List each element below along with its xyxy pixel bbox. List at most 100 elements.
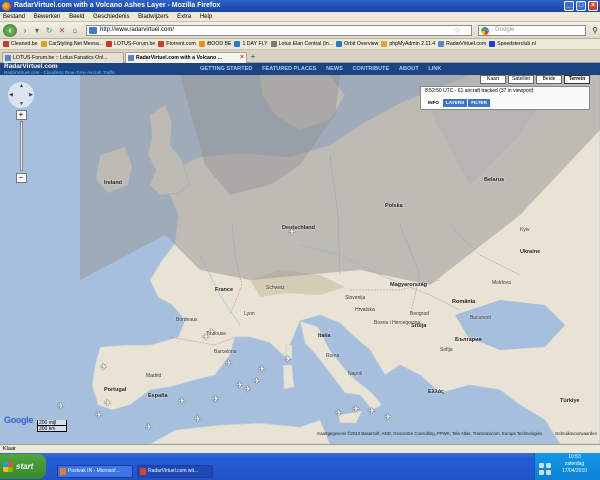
zoom-out-button[interactable]: − xyxy=(15,173,27,183)
map-type-beide[interactable]: Beide xyxy=(536,75,562,84)
bookmark-item[interactable]: 1 DAY FLY xyxy=(234,39,268,49)
bookmark-item[interactable]: RadarVirtuel.com xyxy=(438,39,486,49)
map-type-kaart[interactable]: Kaart xyxy=(480,75,506,84)
label-beograd: Beograd xyxy=(410,311,429,317)
forward-arrow-icon[interactable]: › xyxy=(20,26,30,36)
menu-item-bladwijzers[interactable]: Bladwijzers xyxy=(138,14,168,20)
aircraft-icon[interactable]: ✈ xyxy=(57,402,65,411)
aircraft-icon[interactable]: ✈ xyxy=(104,399,112,408)
pan-left-icon[interactable]: ◀ xyxy=(9,92,13,98)
stop-icon[interactable]: ✕ xyxy=(57,26,67,36)
map-scale: 200 mijl 300 km xyxy=(37,420,67,432)
aircraft-icon[interactable]: ✈ xyxy=(335,409,343,418)
label-france: France xyxy=(215,287,234,293)
aircraft-info-panel: 8:52:50 UTC - 61 aircraft tracked (37 in… xyxy=(420,86,590,110)
zoom-control: ▲ ◀ ▶ ▼ + − xyxy=(8,82,34,183)
sardinia-island xyxy=(282,364,295,390)
dropdown-arrow-icon[interactable]: ▾ xyxy=(32,26,42,36)
reload-icon[interactable]: ↻ xyxy=(44,26,54,36)
bookmark-item[interactable]: phpMyAdmin 2.11.4 xyxy=(381,39,435,49)
nav-about[interactable]: ABOUT xyxy=(399,66,419,72)
map-attribution: Kaartgegevens ©2010 Basarsoft, AND, Geoc… xyxy=(317,431,542,436)
aircraft-icon[interactable]: ✈ xyxy=(288,228,296,237)
back-arrow-icon[interactable]: ‹ xyxy=(3,24,17,37)
status-text: Klaar xyxy=(3,446,16,452)
bookmark-star-icon[interactable]: ☆ xyxy=(454,26,461,35)
pan-right-icon[interactable]: ▶ xyxy=(29,92,33,98)
aircraft-icon[interactable]: ✈ xyxy=(225,359,233,368)
tab-info[interactable]: INFO xyxy=(425,99,442,107)
url-bar[interactable]: http://www.radarvirtuel.com/ ☆ xyxy=(86,25,472,36)
tab-label: LOTUS-Forum.be :: Lotus Fanatics Onl... xyxy=(13,55,108,61)
search-bar[interactable]: Google ⚲ xyxy=(478,25,598,36)
bookmark-item[interactable]: Lotus Elan Central (In... xyxy=(270,39,333,49)
map-view[interactable]: Ireland France España Portugal Italia Po… xyxy=(0,75,600,444)
bookmark-item[interactable]: Orbit Overview xyxy=(336,39,378,49)
menu-item-geschiedenis[interactable]: Geschiedenis xyxy=(93,14,129,20)
tab-lotus-forum[interactable]: LOTUS-Forum.be :: Lotus Fanatics Onl... xyxy=(2,52,124,63)
aircraft-icon[interactable]: ✈ xyxy=(145,423,153,432)
nav-getting-started[interactable]: GETTING STARTED xyxy=(200,66,252,72)
nav-news[interactable]: NEWS xyxy=(326,66,343,72)
bookmark-item[interactable]: Ftorrent.com xyxy=(158,39,196,49)
aircraft-icon[interactable]: ✈ xyxy=(208,328,216,337)
home-icon[interactable]: ⌂ xyxy=(70,26,80,36)
minimize-button[interactable]: _ xyxy=(564,1,574,11)
taskbar-outlook[interactable]: Postvak IN - Microsof... xyxy=(57,465,133,478)
bookmark-item[interactable]: iBOOD BE xyxy=(198,39,231,49)
zoom-slider[interactable] xyxy=(19,121,23,171)
tray-icons[interactable] xyxy=(538,462,552,476)
aircraft-icon[interactable]: ✈ xyxy=(100,363,108,372)
pan-control[interactable]: ▲ ◀ ▶ ▼ xyxy=(8,82,34,108)
map-type-satelliet[interactable]: Satelliet xyxy=(508,75,534,84)
aircraft-icon[interactable]: ✈ xyxy=(178,397,186,406)
aircraft-icon[interactable]: ✈ xyxy=(194,415,202,424)
aircraft-icon[interactable]: ✈ xyxy=(95,411,103,420)
aircraft-icon[interactable]: ✈ xyxy=(244,385,252,394)
zoom-in-button[interactable]: + xyxy=(15,110,27,120)
menu-item-bestand[interactable]: Bestand xyxy=(3,14,25,20)
label-bulgaria: България xyxy=(455,337,482,343)
close-tab-icon[interactable]: × xyxy=(240,53,244,63)
aircraft-icon[interactable]: ✈ xyxy=(284,355,292,364)
map-type-terrein[interactable]: Terrein xyxy=(564,75,590,84)
google-icon[interactable] xyxy=(481,27,489,35)
bookmark-item[interactable]: CarStyling.Net Messa... xyxy=(40,39,103,49)
aircraft-icon[interactable]: ✈ xyxy=(384,413,392,422)
aircraft-icon[interactable]: ✈ xyxy=(368,407,376,416)
start-button[interactable]: start xyxy=(0,454,46,479)
menu-item-help[interactable]: Help xyxy=(200,14,212,20)
close-button[interactable]: × xyxy=(588,1,598,11)
bookmark-item[interactable]: Speedsterclub.nl xyxy=(489,39,536,49)
new-tab-icon[interactable]: + xyxy=(248,52,258,62)
aircraft-icon[interactable]: ✈ xyxy=(212,395,220,404)
bookmarks-toolbar: Cleaned.be CarStyling.Net Messa... LOTUS-F… xyxy=(0,39,600,50)
window-titlebar: RadarVirtuel.com with a Volcano Ashes La… xyxy=(0,0,600,12)
menu-item-bewerken[interactable]: Bewerken xyxy=(34,14,61,20)
taskbar-firefox[interactable]: RadarVirtuel.com wit... xyxy=(137,465,213,478)
aircraft-icon[interactable]: ✈ xyxy=(253,377,261,386)
tab-layers[interactable]: LAYERS xyxy=(442,99,468,107)
bookmark-item[interactable]: LOTUS-Forum.be xyxy=(106,39,155,49)
maximize-button[interactable]: □ xyxy=(576,1,586,11)
menu-item-extra[interactable]: Extra xyxy=(177,14,191,20)
aircraft-icon[interactable]: ✈ xyxy=(352,405,360,414)
terms-link[interactable]: Gebruiksvoorwaarden xyxy=(555,431,597,436)
pan-up-icon[interactable]: ▲ xyxy=(19,83,24,89)
tab-label: RadarVirtuel.com with a Volcano ... xyxy=(136,55,222,61)
aircraft-icon[interactable]: ✈ xyxy=(236,381,244,390)
google-logo[interactable]: Google xyxy=(4,415,34,425)
aircraft-icon[interactable]: ✈ xyxy=(258,365,266,374)
nav-featured-places[interactable]: FEATURED PLACES xyxy=(262,66,316,72)
nav-link[interactable]: LINK xyxy=(428,66,441,72)
menu-item-beeld[interactable]: Beeld xyxy=(69,14,84,20)
bookmark-item[interactable]: Cleaned.be xyxy=(3,39,38,49)
label-napoli: Napoli xyxy=(348,371,363,377)
tab-filter[interactable]: FILTER xyxy=(468,99,490,107)
search-icon[interactable]: ⚲ xyxy=(592,26,598,35)
pan-down-icon[interactable]: ▼ xyxy=(19,101,24,107)
label-greece: Ελλάς xyxy=(428,389,444,395)
nav-contribute[interactable]: CONTRIBUTE xyxy=(353,66,390,72)
label-bordeaux: Bordeaux xyxy=(176,317,198,323)
tab-radarvirtuel[interactable]: RadarVirtuel.com with a Volcano ... × xyxy=(125,52,247,63)
